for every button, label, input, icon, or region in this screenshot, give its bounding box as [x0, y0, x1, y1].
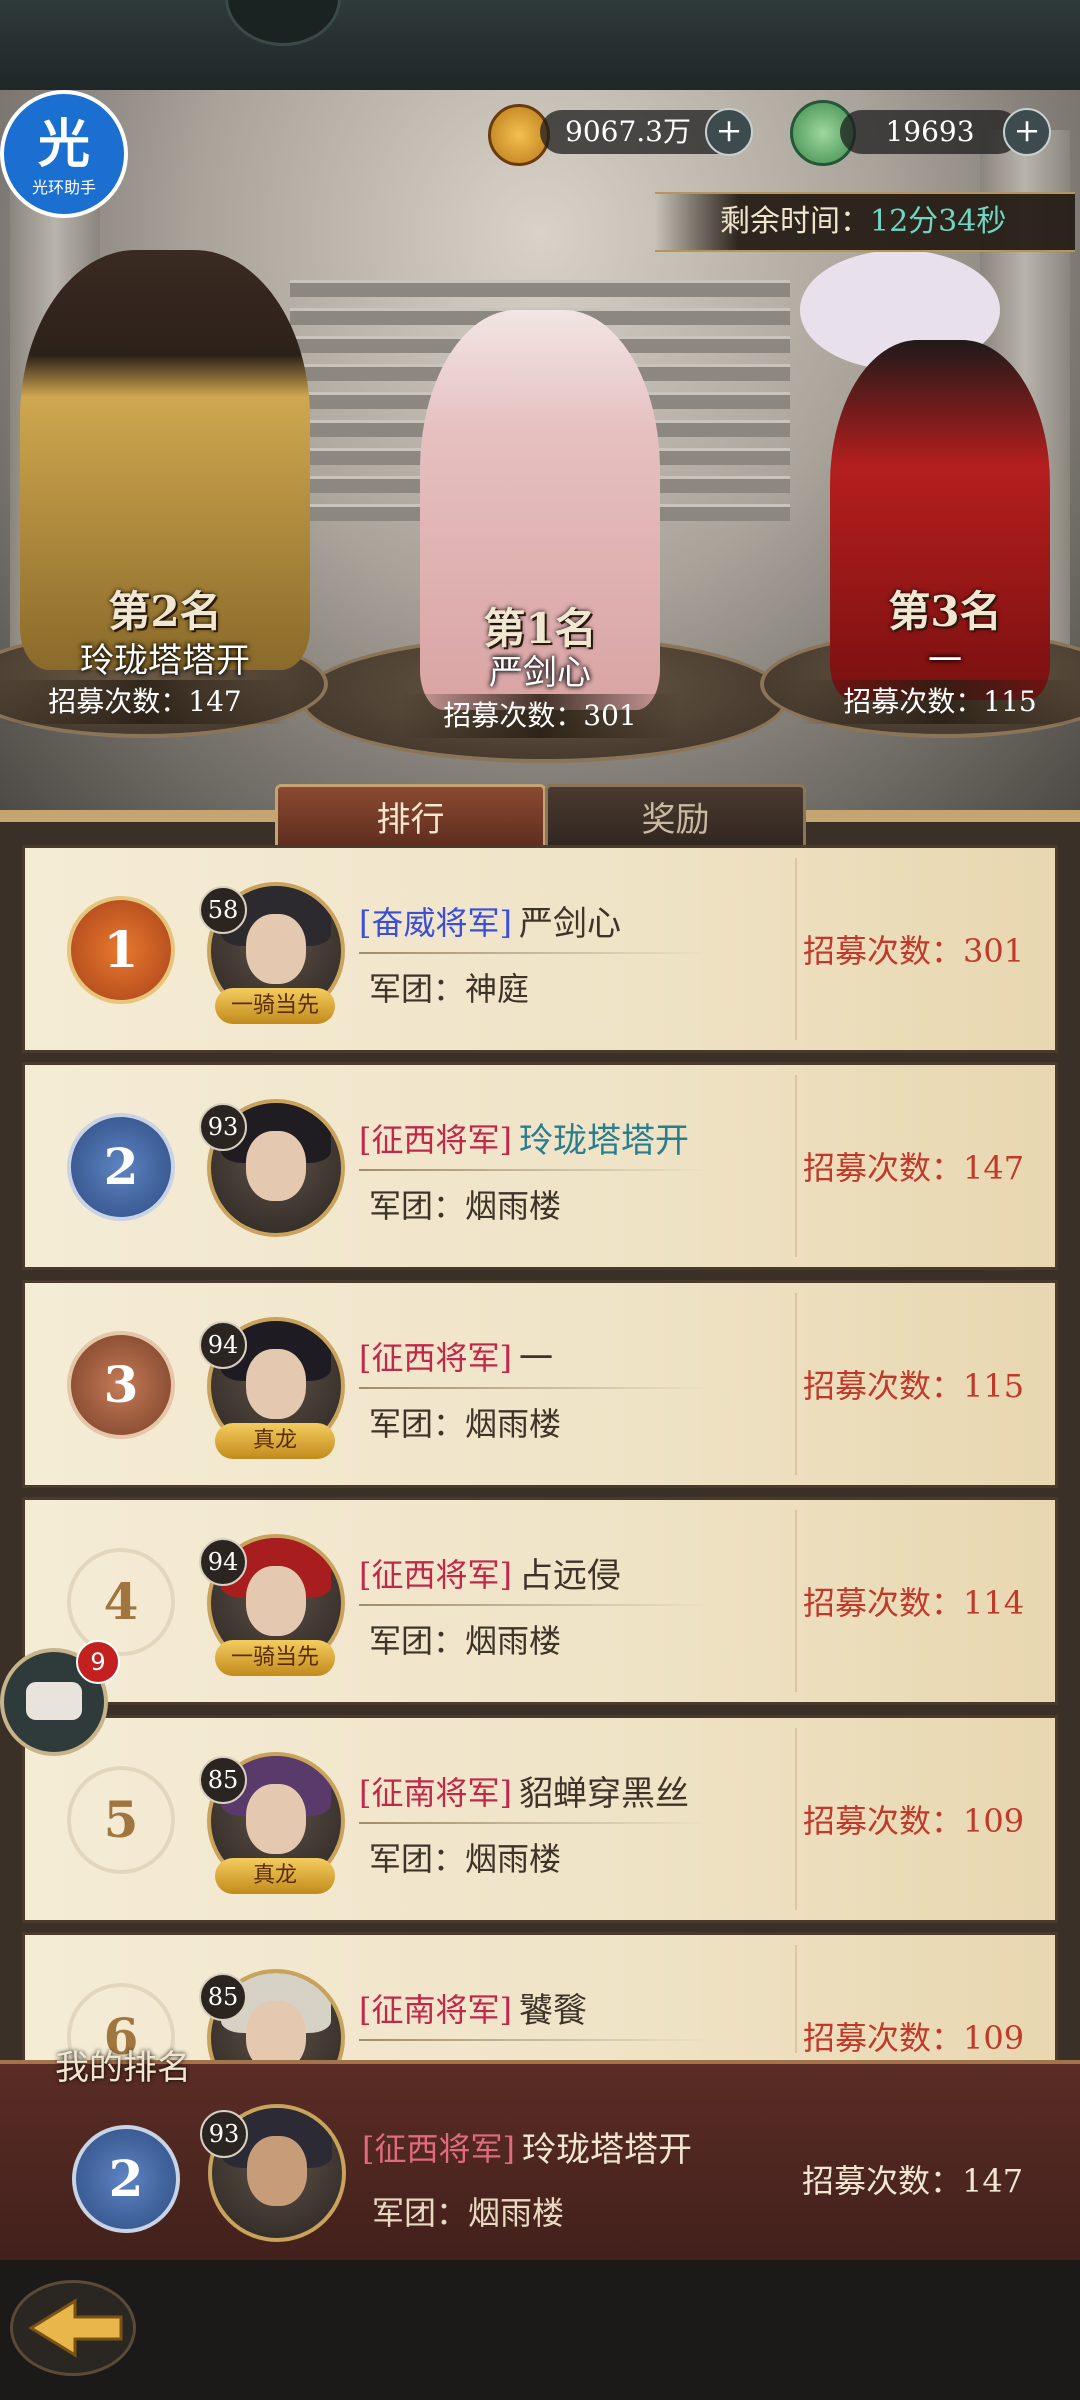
ranking-row[interactable]: 4 94 一骑当先 [征西将军] 占远侵军团：烟雨楼 招募次数：114 — [22, 1497, 1058, 1705]
podium-rank-3: 第3名 — [888, 587, 1002, 636]
player-level: 94 — [199, 1321, 247, 1369]
row-separator — [795, 1293, 797, 1475]
player-guild: 军团：神庭 — [369, 970, 530, 1008]
top-strip — [0, 0, 1080, 90]
podium-recruit-1: 招募次数：301 — [400, 694, 680, 738]
row-separator — [795, 1945, 797, 2053]
recruit-count: 招募次数：114 — [803, 1584, 1025, 1622]
row-separator — [795, 1510, 797, 1692]
player-name: 饕餮 — [519, 1991, 587, 2031]
player-title: [征西将军] — [359, 1121, 512, 1159]
player-title: [奋威将军] — [359, 904, 512, 942]
back-arrow-icon — [28, 2298, 123, 2358]
ranking-row[interactable]: 1 58 一骑当先 [奋威将军] 严剑心军团：神庭 招募次数：301 — [22, 845, 1058, 1053]
my-rank-label: 我的排名 — [55, 2048, 191, 2088]
podium-name-2: 玲珑塔塔开 — [80, 641, 250, 681]
row-separator — [795, 858, 797, 1040]
player-title: [征南将军] — [359, 1774, 512, 1812]
rank-badge: 4 — [67, 1548, 175, 1656]
player-name: 一 — [519, 1339, 553, 1379]
player-name: 貂蝉穿黑丝 — [519, 1774, 689, 1814]
player-guild: 军团：烟雨楼 — [369, 1405, 562, 1443]
my-level: 93 — [200, 2110, 248, 2158]
row-divider — [359, 2039, 709, 2041]
rank-badge: 5 — [67, 1766, 175, 1874]
my-count: 招募次数：147 — [802, 2162, 1024, 2200]
bottom-bar — [0, 2260, 1080, 2400]
app-badge-icon[interactable]: 光 光环助手 — [0, 90, 128, 218]
row-separator — [795, 1075, 797, 1257]
player-title: [征南将军] — [359, 1991, 512, 2029]
back-button[interactable] — [10, 2280, 136, 2376]
podium-recruit-3: 招募次数：115 — [800, 680, 1080, 724]
row-divider — [359, 1387, 709, 1389]
rank-badge: 2 — [67, 1113, 175, 1221]
app-badge-text: 光环助手 — [31, 178, 96, 197]
ranking-row[interactable]: 2 93 [征西将军] 玲珑塔塔开军团：烟雨楼 招募次数：147 — [22, 1062, 1058, 1270]
timer-value: 12分34秒 — [870, 204, 1007, 239]
jade-amount: 19693 — [840, 110, 1020, 154]
player-name: 占远侵 — [519, 1556, 621, 1596]
player-name: 严剑心 — [519, 904, 621, 944]
row-divider — [359, 1822, 709, 1824]
row-divider — [359, 952, 709, 954]
podium-name-3: 一 — [928, 641, 962, 681]
player-level: 85 — [199, 1973, 247, 2021]
row-divider — [359, 1604, 709, 1606]
recruit-count: 招募次数：109 — [803, 1802, 1025, 1840]
player-title: [征西将军] — [359, 1556, 512, 1594]
player-title: [征西将军] — [359, 1339, 512, 1377]
player-guild: 军团：烟雨楼 — [369, 1840, 562, 1878]
avatar-frame-tag: 真龙 — [215, 1858, 335, 1894]
player-guild: 军团：烟雨楼 — [369, 1622, 562, 1660]
row-divider — [359, 1169, 709, 1171]
player-level: 58 — [199, 886, 247, 934]
timer-label: 剩余时间： — [720, 204, 870, 239]
countdown-timer: 剩余时间：12分34秒 — [655, 192, 1075, 252]
chat-icon — [26, 1682, 82, 1720]
podium-rank-2: 第2名 — [108, 587, 222, 636]
player-level: 94 — [199, 1538, 247, 1586]
ranking-row[interactable]: 5 85 真龙 [征南将军] 貂蝉穿黑丝军团：烟雨楼 招募次数：109 — [22, 1715, 1058, 1923]
add-gold-button[interactable]: + — [705, 108, 753, 156]
my-name: 玲珑塔塔开 — [522, 2130, 692, 2170]
recruit-count: 招募次数：115 — [803, 1367, 1025, 1405]
rank-badge: 1 — [67, 896, 175, 1004]
player-level: 93 — [199, 1103, 247, 1151]
player-guild: 军团：烟雨楼 — [369, 1187, 562, 1225]
ranking-row[interactable]: 3 94 真龙 [征西将军] 一军团：烟雨楼 招募次数：115 — [22, 1280, 1058, 1488]
chat-badge: 9 — [76, 1640, 120, 1684]
player-level: 85 — [199, 1756, 247, 1804]
my-rank-badge: 2 — [72, 2125, 180, 2233]
avatar-frame-tag: 真龙 — [215, 1423, 335, 1459]
podium-name-1: 严剑心 — [489, 653, 591, 693]
app-badge-char: 光 — [37, 115, 90, 175]
rank-badge: 3 — [67, 1331, 175, 1439]
recruit-count: 招募次数：301 — [803, 932, 1025, 970]
player-name: 玲珑塔塔开 — [519, 1121, 689, 1161]
recruit-count: 招募次数：147 — [803, 1149, 1025, 1187]
row-separator — [795, 1728, 797, 1910]
add-jade-button[interactable]: + — [1003, 108, 1051, 156]
my-title: [征西将军] — [362, 2130, 515, 2168]
podium-recruit-2: 招募次数：147 — [0, 680, 290, 724]
recruit-count: 招募次数：109 — [803, 2019, 1025, 2057]
avatar-frame-tag: 一骑当先 — [215, 1640, 335, 1676]
avatar-frame-tag: 一骑当先 — [215, 988, 335, 1024]
my-guild: 军团：烟雨楼 — [372, 2194, 565, 2232]
